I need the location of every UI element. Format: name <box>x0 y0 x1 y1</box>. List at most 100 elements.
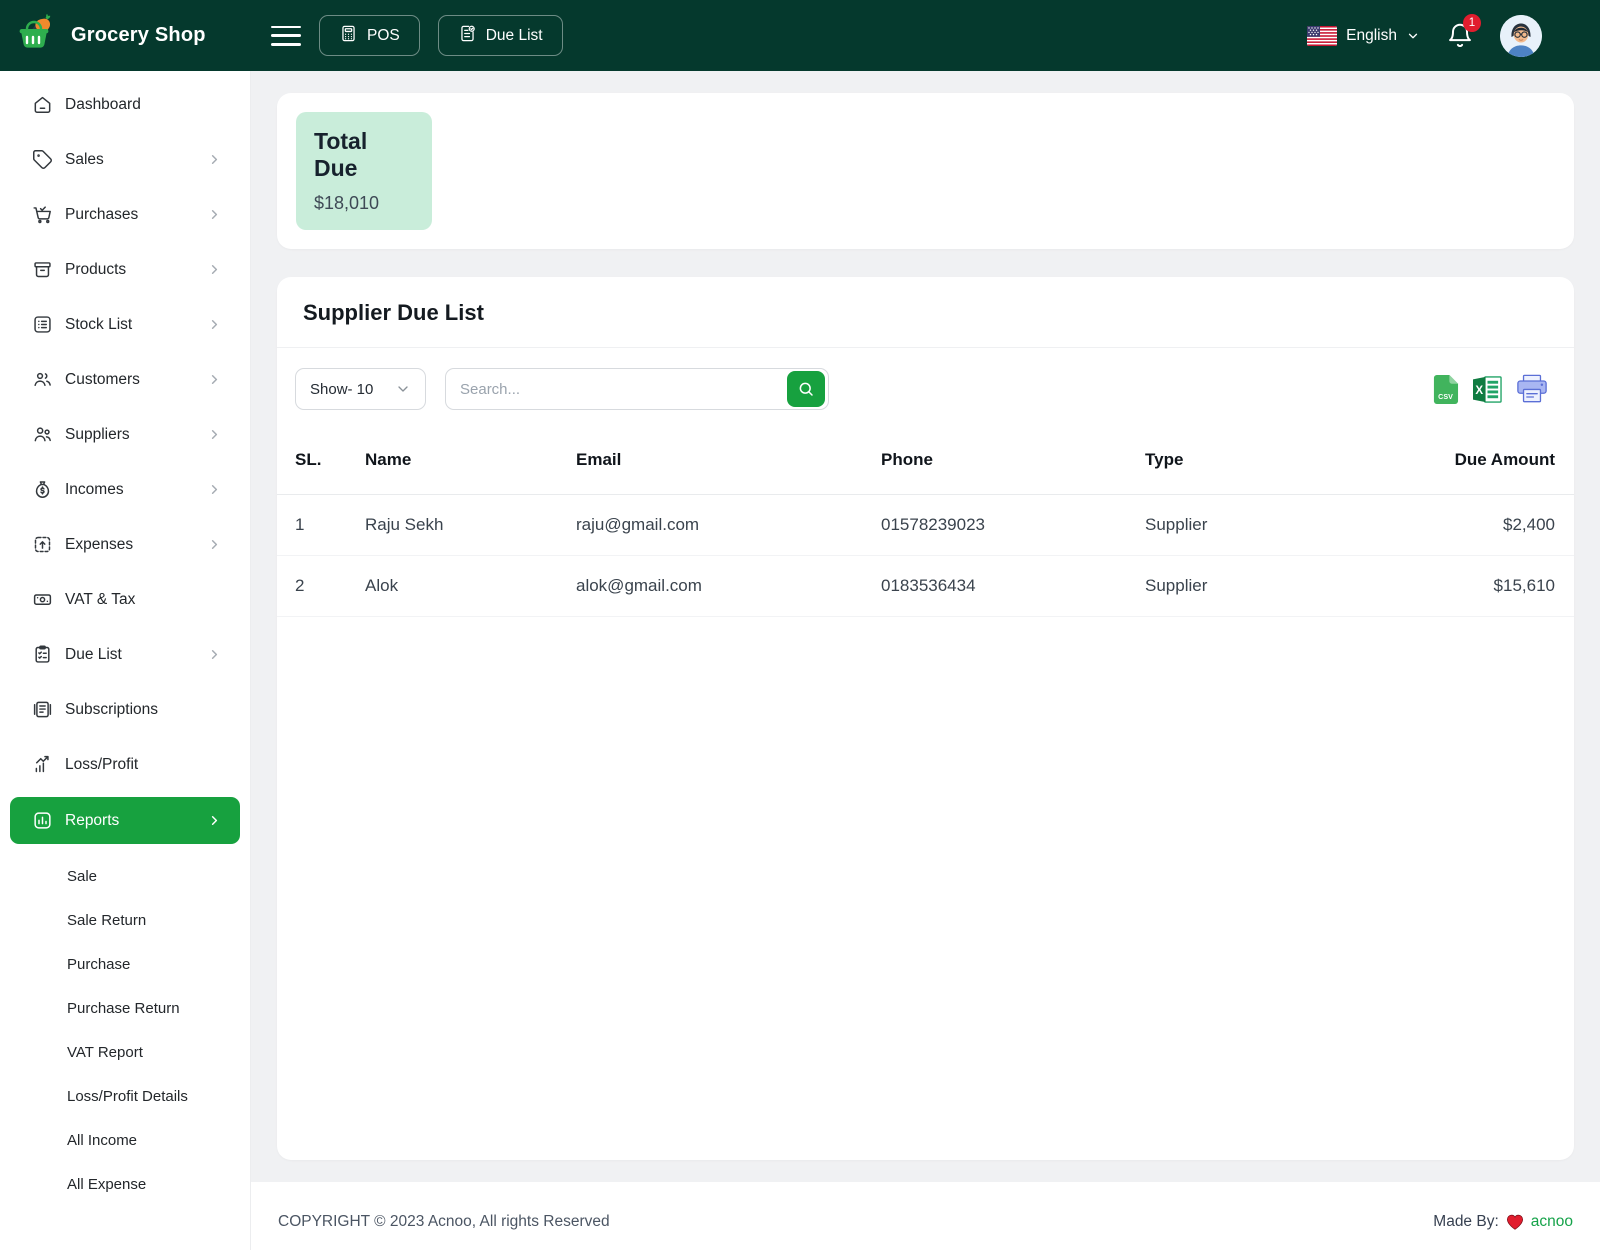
summary-card: Total Due $18,010 <box>277 93 1574 249</box>
user-avatar[interactable] <box>1500 14 1542 57</box>
chevron-right-icon <box>207 427 222 442</box>
expenses-icon <box>32 534 53 555</box>
sidebar-item[interactable]: Subscriptions <box>0 682 250 737</box>
submenu-item-label: Sale <box>67 867 98 885</box>
vat-tax-icon <box>32 589 53 610</box>
col-email: Email <box>566 426 871 495</box>
cell-email: alok@gmail.com <box>566 555 871 617</box>
table-row[interactable]: 1 Raju Sekh raju@gmail.com 01578239023 S… <box>277 494 1574 556</box>
pos-button-label: POS <box>367 26 400 44</box>
sidebar-item[interactable]: Due List <box>0 627 250 682</box>
submenu-item[interactable]: Sale <box>0 854 250 898</box>
chevron-down-icon <box>395 381 411 397</box>
submenu-item[interactable]: Purchase Return <box>0 986 250 1030</box>
print-icon[interactable] <box>1516 374 1548 404</box>
sidebar-item[interactable]: Products <box>0 242 250 297</box>
sidebar-item[interactable]: Suppliers <box>0 407 250 462</box>
supplier-due-table: SL. Name Email Phone Type Due Amount 1 R… <box>277 426 1574 617</box>
main-content: Total Due $18,010 Supplier Due List Show… <box>251 71 1600 1182</box>
incomes-icon <box>32 479 53 500</box>
grocery-basket-logo-icon <box>14 11 58 60</box>
calculator-icon <box>339 24 358 48</box>
col-sl: SL. <box>277 426 355 495</box>
cell-type: Supplier <box>1135 555 1385 617</box>
loss-profit-icon <box>32 754 53 775</box>
submenu-item[interactable]: Purchase <box>0 942 250 986</box>
export-excel-icon[interactable]: X <box>1472 375 1503 404</box>
submenu-item-label: Loss/Profit Details <box>67 1087 188 1105</box>
supplier-due-list-card: Supplier Due List Show- 10 Search... CSV… <box>277 277 1574 1160</box>
sidebar-item[interactable]: Incomes <box>0 462 250 517</box>
copyright-text: COPYRIGHT © 2023 Acnoo, All rights Reser… <box>278 1213 610 1230</box>
sidebar-item[interactable]: VAT & Tax <box>0 572 250 627</box>
reports-submenu: Sale Sale Return Purchase Purchase Retur… <box>0 849 250 1206</box>
card-title: Supplier Due List <box>277 277 1574 348</box>
topbar: Grocery Shop POS Due List English 1 <box>0 0 1600 71</box>
sidebar-nav: Dashboard Sales Purchases Products Stock… <box>0 77 250 844</box>
submenu-item[interactable]: All Income <box>0 1118 250 1162</box>
submenu-item-label: All Income <box>67 1131 138 1149</box>
cell-type: Supplier <box>1135 494 1385 556</box>
sidebar-item[interactable]: Reports <box>10 797 240 844</box>
show-entries-select[interactable]: Show- 10 <box>295 368 426 410</box>
chevron-right-icon <box>207 482 222 497</box>
svg-text:X: X <box>1475 383 1483 396</box>
export-csv-icon[interactable]: CSV <box>1432 374 1459 405</box>
us-flag-icon <box>1307 25 1338 46</box>
total-due-value: $18,010 <box>314 193 380 213</box>
sidebar-item[interactable]: Customers <box>0 352 250 407</box>
sidebar-item[interactable]: Dashboard <box>0 77 250 132</box>
col-due-amount: Due Amount <box>1385 426 1574 495</box>
sidebar-item[interactable]: Loss/Profit <box>0 737 250 792</box>
language-selector[interactable]: English <box>1307 25 1420 46</box>
table-row[interactable]: 2 Alok alok@gmail.com 0183536434 Supplie… <box>277 555 1574 617</box>
dashboard-icon <box>32 94 53 115</box>
due-list-button[interactable]: Due List <box>437 15 563 56</box>
pos-button[interactable]: POS <box>319 15 420 56</box>
col-phone: Phone <box>871 426 1135 495</box>
brand: Grocery Shop <box>0 0 251 71</box>
due-list-button-label: Due List <box>485 26 543 44</box>
search-button[interactable] <box>787 371 825 407</box>
chevron-right-icon <box>207 647 222 662</box>
sidebar-item[interactable]: Purchases <box>0 187 250 242</box>
chevron-right-icon <box>207 317 222 332</box>
sidebar-item[interactable]: Expenses <box>0 517 250 572</box>
sidebar: Dashboard Sales Purchases Products Stock… <box>0 71 251 1250</box>
acnoo-link[interactable]: acnoo <box>1531 1213 1573 1231</box>
sidebar-item-label: Reports <box>65 811 120 829</box>
suppliers-icon <box>32 424 53 445</box>
col-name: Name <box>355 426 566 495</box>
notifications-button[interactable]: 1 <box>1446 13 1481 50</box>
sidebar-item-label: Products <box>65 260 127 278</box>
cell-sl: 1 <box>277 494 355 556</box>
cell-due-amount: $2,400 <box>1385 494 1574 556</box>
heart-icon <box>1506 1214 1524 1230</box>
made-by: Made By: acnoo <box>1433 1213 1573 1231</box>
submenu-item[interactable]: Sale Return <box>0 898 250 942</box>
sidebar-item-label: Customers <box>65 370 140 388</box>
sidebar-item-label: Suppliers <box>65 425 130 443</box>
search-box <box>445 368 829 410</box>
search-input[interactable] <box>446 369 787 409</box>
submenu-item[interactable]: Loss/Profit Details <box>0 1074 250 1118</box>
customers-icon <box>32 369 53 390</box>
sidebar-item-label: Dashboard <box>65 95 141 113</box>
reports-icon <box>32 810 53 831</box>
sidebar-item-label: Purchases <box>65 205 139 223</box>
stock-list-icon <box>32 314 53 335</box>
hamburger-menu-icon[interactable] <box>271 24 301 48</box>
sidebar-item-label: Sales <box>65 150 104 168</box>
language-label: English <box>1346 26 1397 44</box>
cell-phone: 01578239023 <box>871 494 1135 556</box>
chevron-right-icon <box>207 537 222 552</box>
total-due-label: Total Due <box>314 128 368 181</box>
notification-badge: 1 <box>1463 13 1481 32</box>
svg-text:CSV: CSV <box>1438 393 1453 401</box>
sidebar-item[interactable]: Stock List <box>0 297 250 352</box>
submenu-item[interactable]: VAT Report <box>0 1030 250 1074</box>
total-due-tile: Total Due $18,010 <box>296 112 432 230</box>
submenu-item[interactable]: All Expense <box>0 1162 250 1206</box>
subscriptions-icon <box>32 699 53 720</box>
sidebar-item[interactable]: Sales <box>0 132 250 187</box>
